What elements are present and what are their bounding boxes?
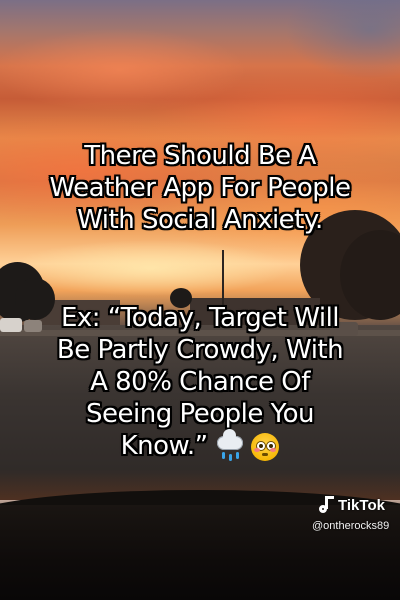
flushed-face-icon [251, 432, 280, 461]
caption-line: Be Partly Crowdy, With [56, 335, 344, 365]
caption-line: With Social Anxiety. [77, 205, 323, 235]
emoji-row [215, 428, 280, 462]
caption-example: Ex: “Today, Target Will Be Partly Crowdy… [0, 302, 400, 462]
tiktok-logo-icon [318, 496, 334, 514]
cloud-with-rain-icon [215, 428, 245, 462]
caption-line: There Should Be A [84, 141, 316, 171]
caption-line: Ex: “Today, Target Will [60, 303, 340, 333]
caption-line: Know.” [120, 431, 209, 461]
tiktok-watermark: TikTok [318, 496, 385, 514]
utility-pole [222, 250, 224, 310]
caption-line: A 80% Chance Of [90, 367, 310, 397]
sky-blue-patch [240, 0, 400, 90]
caption-intro: There Should Be A Weather App For People… [0, 140, 400, 236]
caption-line: Weather App For People [49, 173, 351, 203]
creator-handle: @ontherocks89 [312, 520, 390, 532]
caption-last-line: Know.” [0, 428, 400, 462]
tiktok-brand: TikTok [338, 496, 385, 514]
caption-line: Seeing People You [86, 399, 314, 429]
